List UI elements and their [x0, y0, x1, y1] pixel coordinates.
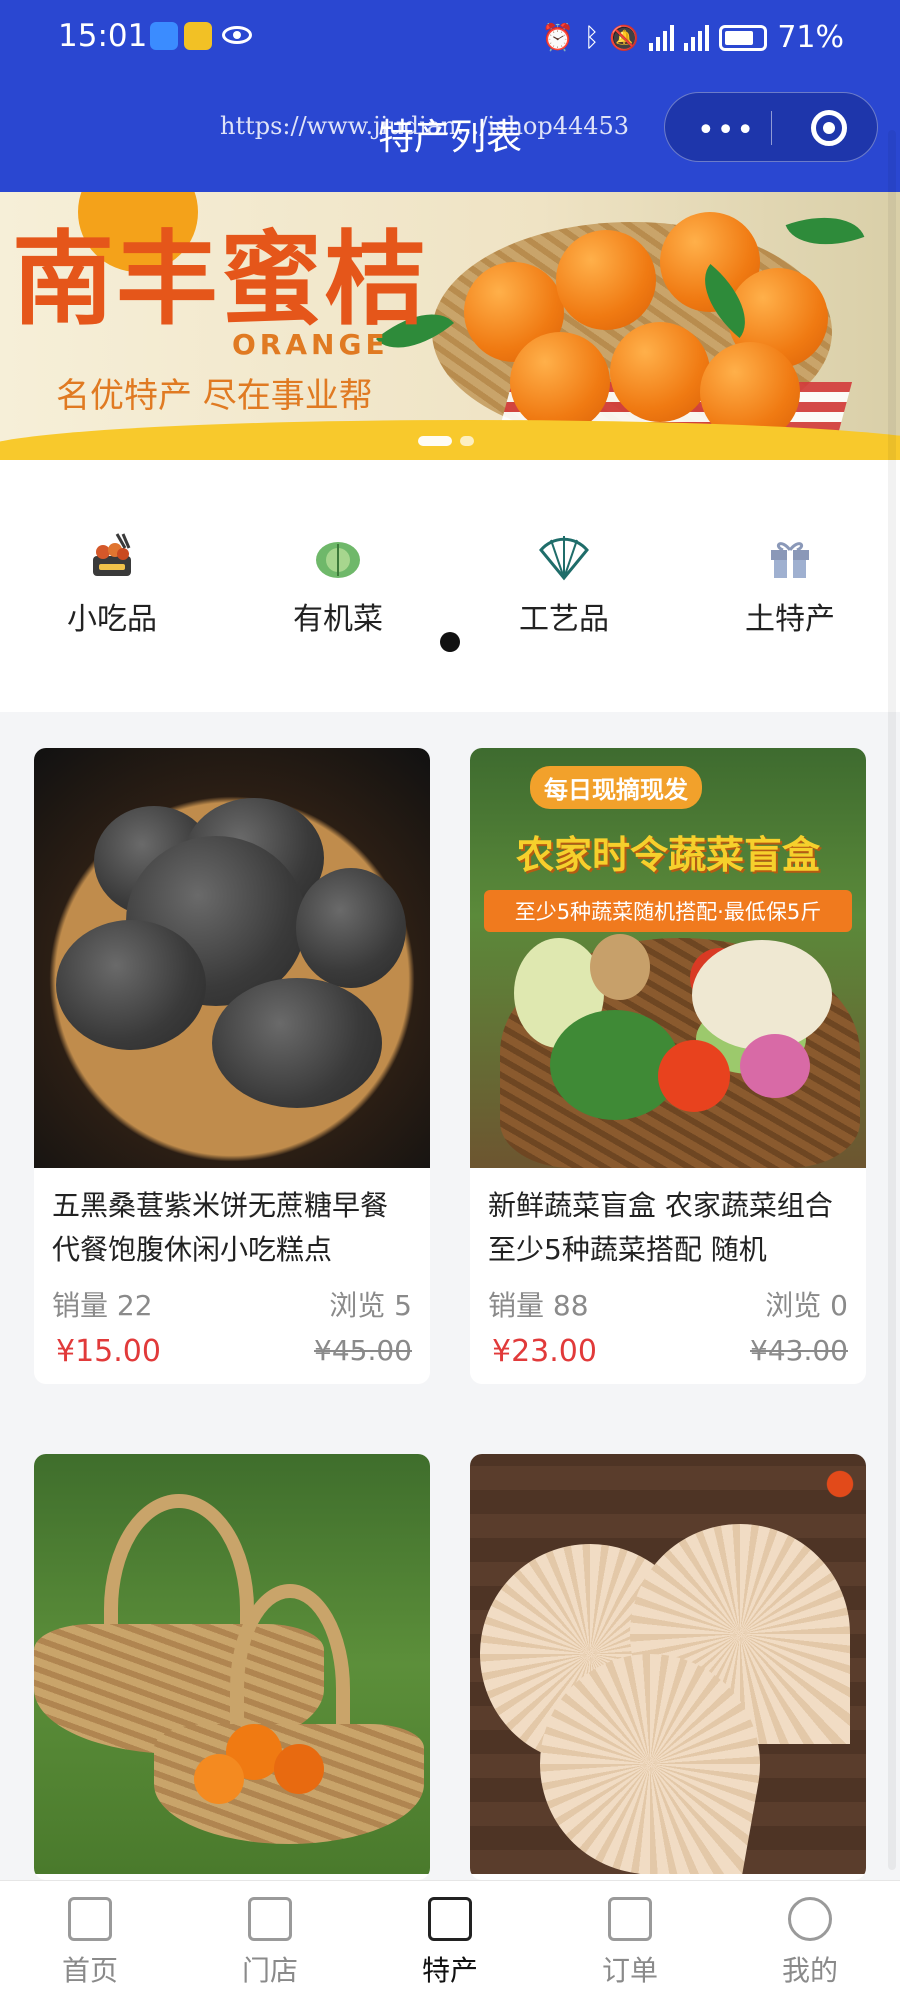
- product-original-price: ¥45.00: [314, 1334, 412, 1367]
- close-miniapp-icon[interactable]: [811, 110, 847, 146]
- category-snacks[interactable]: 小吃品: [22, 530, 202, 638]
- product-card[interactable]: 每日现摘现发 农家时令蔬菜盲盒 至少5种蔬菜随机搭配·最低保5斤 新鲜蔬菜盲盒 …: [470, 748, 866, 1384]
- product-image: 每日现摘现发 农家时令蔬菜盲盒 至少5种蔬菜随机搭配·最低保5斤: [470, 748, 866, 1168]
- image-headline: 农家时令蔬菜盲盒: [515, 833, 820, 877]
- tab-specialties[interactable]: 特产: [360, 1897, 540, 1989]
- product-card[interactable]: [34, 1454, 430, 1880]
- category-crafts[interactable]: 工艺品: [474, 530, 654, 638]
- user-icon: [788, 1897, 832, 1941]
- product-card[interactable]: 五黑桑葚紫米饼无蔗糖早餐代餐饱腹休闲小吃糕点 销量 22 浏览 5 ¥15.00…: [34, 748, 430, 1384]
- capsule-divider: [771, 111, 772, 145]
- product-name: 新鲜蔬菜盲盒 农家蔬菜组合 至少5种蔬菜搭配 随机: [488, 1189, 833, 1266]
- view-count: 浏览 5: [329, 1289, 412, 1322]
- category-label: 有机菜: [293, 602, 383, 637]
- cabbage-icon: [316, 542, 360, 578]
- gift-icon: [771, 542, 809, 578]
- category-nav: 小吃品 有机菜 工艺品 土特产: [0, 460, 900, 712]
- tab-label: 特产: [421, 1954, 478, 1987]
- battery-icon: [719, 24, 768, 51]
- product-price: ¥23.00: [492, 1334, 597, 1369]
- view-count: 浏览 0: [765, 1289, 848, 1322]
- product-image: [34, 748, 430, 1168]
- category-organic[interactable]: 有机菜: [248, 530, 428, 638]
- signal-icon-2: [684, 24, 710, 51]
- signal-icon: [649, 24, 675, 51]
- orange-graphic: [510, 332, 610, 432]
- snack-icon: [93, 533, 131, 576]
- bluetooth-icon: ᛒ: [583, 22, 600, 53]
- scrollbar[interactable]: [888, 130, 896, 1870]
- status-time: 15:01: [58, 18, 148, 54]
- tab-profile[interactable]: 我的: [720, 1897, 900, 1989]
- store-icon: [248, 1897, 292, 1941]
- product-prices: ¥23.00 ¥43.00: [470, 1328, 866, 1384]
- app-notification-icon: [150, 22, 178, 50]
- category-label: 小吃品: [67, 602, 157, 637]
- tab-label: 门店: [241, 1954, 298, 1987]
- url-overlay: https://www.jiudian.../ishop44453: [220, 112, 630, 140]
- status-right: ⏰ ᛒ 🔕 71%: [541, 20, 844, 55]
- tab-orders[interactable]: 订单: [540, 1897, 720, 1989]
- product-stats: 销量 22 浏览 5: [34, 1272, 430, 1328]
- miniapp-capsule[interactable]: •••: [664, 92, 878, 162]
- product-image: [34, 1454, 430, 1874]
- banner-subtitle: ORANGE: [232, 328, 389, 361]
- tab-label: 首页: [61, 1954, 118, 1987]
- product-name: 五黑桑葚紫米饼无蔗糖早餐代餐饱腹休闲小吃糕点: [52, 1189, 389, 1266]
- image-bar-text: 至少5种蔬菜随机搭配·最低保5斤: [484, 890, 852, 932]
- tab-home[interactable]: 首页: [0, 1897, 180, 1989]
- product-price: ¥15.00: [56, 1334, 161, 1369]
- alarm-icon: ⏰: [541, 22, 574, 53]
- bottom-tab-bar: 首页 门店 特产 订单 我的: [0, 1880, 900, 2000]
- product-card[interactable]: [470, 1454, 866, 1880]
- product-prices: ¥15.00 ¥45.00: [34, 1328, 430, 1384]
- leaf-graphic: [785, 201, 865, 261]
- orange-graphic: [556, 230, 656, 330]
- banner-slogan: 名优特产 尽在事业帮: [56, 376, 373, 416]
- category-label: 工艺品: [519, 602, 609, 637]
- clipboard-icon: [608, 1897, 652, 1941]
- orange-graphic: [610, 322, 710, 422]
- bag-icon: [428, 1897, 472, 1941]
- sales-count: 销量 22: [52, 1289, 153, 1322]
- image-tag: 每日现摘现发: [530, 766, 702, 809]
- banner-title: 南丰蜜桔: [12, 220, 428, 340]
- fan-icon: [539, 536, 589, 581]
- promo-banner[interactable]: 南丰蜜桔 ORANGE 名优特产 尽在事业帮: [0, 192, 900, 460]
- battery-percent: 71%: [777, 20, 844, 55]
- sales-count: 销量 88: [488, 1289, 589, 1322]
- category-local[interactable]: 土特产: [700, 530, 880, 638]
- mute-icon: 🔕: [609, 23, 640, 52]
- banner-indicator: [418, 436, 474, 446]
- status-bar: 15:01 ⏰ ᛒ 🔕 71%: [0, 0, 900, 80]
- category-page-indicator: [440, 632, 460, 652]
- building-icon: [68, 1897, 112, 1941]
- top-bar: 15:01 ⏰ ᛒ 🔕 71% 特产列表 https://www.jiudian…: [0, 0, 900, 192]
- tab-stores[interactable]: 门店: [180, 1897, 360, 1989]
- tab-label: 我的: [781, 1954, 838, 1987]
- tab-label: 订单: [601, 1954, 658, 1987]
- product-stats: 销量 88 浏览 0: [470, 1272, 866, 1328]
- category-label: 土特产: [745, 602, 835, 637]
- weibo-notification-icon: [184, 22, 212, 50]
- product-image: [470, 1454, 866, 1874]
- product-original-price: ¥43.00: [750, 1334, 848, 1367]
- eye-icon: [222, 26, 252, 44]
- more-menu-button[interactable]: •••: [697, 113, 756, 148]
